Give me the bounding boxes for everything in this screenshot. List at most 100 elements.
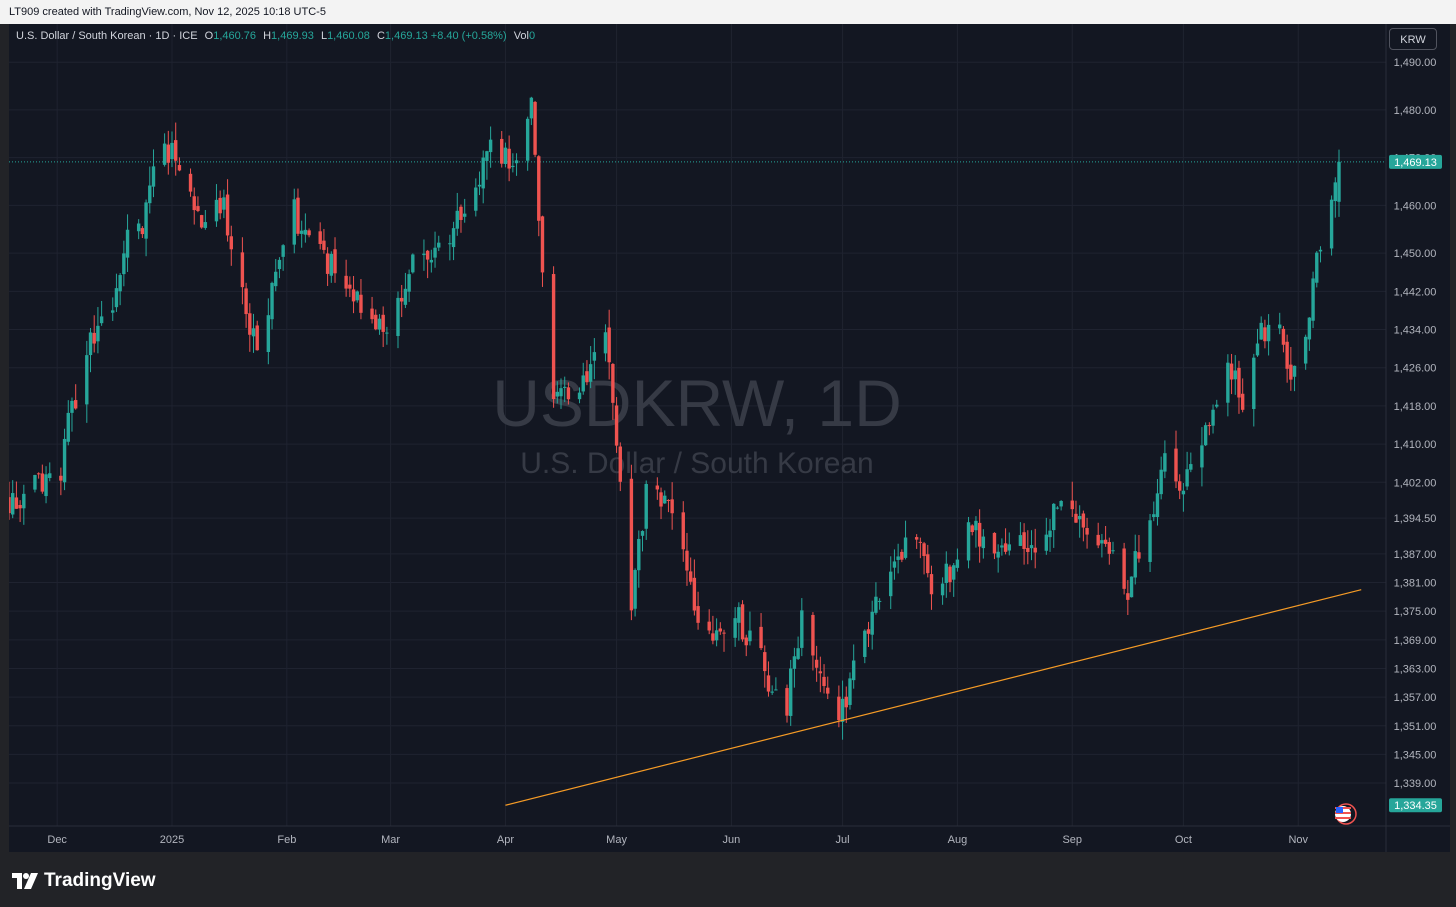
candle-body[interactable]: [792, 656, 797, 669]
candle-body[interactable]: [681, 512, 685, 550]
candle-body[interactable]: [422, 253, 426, 256]
candle-body[interactable]: [1315, 252, 1319, 283]
candle-body[interactable]: [1052, 503, 1056, 531]
candle-body[interactable]: [411, 254, 415, 273]
candle-body[interactable]: [1096, 534, 1100, 546]
candle-body[interactable]: [929, 574, 934, 595]
candle-body[interactable]: [1033, 547, 1037, 553]
us-flag-icon[interactable]: [1335, 803, 1357, 825]
candle-body[interactable]: [718, 628, 723, 632]
candle-body[interactable]: [166, 144, 171, 163]
candle-body[interactable]: [174, 140, 178, 161]
candle-body[interactable]: [40, 473, 45, 492]
candle-body[interactable]: [588, 364, 593, 382]
candle-body[interactable]: [1181, 490, 1186, 495]
candle-body[interactable]: [277, 259, 282, 270]
candle-body[interactable]: [255, 325, 259, 351]
candle-body[interactable]: [644, 483, 648, 529]
candle-body[interactable]: [22, 493, 26, 509]
currency-button[interactable]: KRW: [1389, 28, 1437, 50]
candle-body[interactable]: [1177, 481, 1182, 491]
candle-body[interactable]: [448, 243, 452, 245]
candle-body[interactable]: [9, 497, 11, 514]
candle-body[interactable]: [737, 607, 741, 623]
candle-body[interactable]: [11, 493, 15, 515]
candle-body[interactable]: [992, 532, 997, 554]
candle-body[interactable]: [1022, 532, 1026, 549]
candle-body[interactable]: [529, 97, 534, 119]
candle-body[interactable]: [955, 559, 960, 568]
candle-body[interactable]: [655, 485, 660, 490]
candle-body[interactable]: [1255, 343, 1260, 356]
candle-body[interactable]: [477, 184, 482, 187]
candle-body[interactable]: [981, 536, 986, 549]
candle-body[interactable]: [996, 551, 1000, 558]
candle-body[interactable]: [844, 696, 848, 708]
candle-body[interactable]: [188, 173, 193, 192]
candle-body[interactable]: [1048, 530, 1052, 538]
candle-body[interactable]: [511, 165, 515, 168]
candle-body[interactable]: [914, 537, 919, 540]
candle-body[interactable]: [733, 618, 737, 638]
candle-body[interactable]: [481, 157, 485, 189]
candle-body[interactable]: [162, 143, 167, 165]
candle-body[interactable]: [826, 687, 830, 694]
candle-body[interactable]: [722, 632, 726, 634]
candle-body[interactable]: [533, 101, 537, 155]
candle-body[interactable]: [663, 495, 667, 504]
candle-body[interactable]: [318, 231, 322, 244]
candle-body[interactable]: [196, 206, 200, 211]
candle-body[interactable]: [244, 288, 248, 315]
candle-body[interactable]: [218, 197, 222, 214]
candle-body[interactable]: [251, 328, 256, 337]
candle-body[interactable]: [851, 660, 856, 681]
candle-body[interactable]: [296, 197, 300, 234]
candle-body[interactable]: [1159, 469, 1163, 495]
candle-body[interactable]: [377, 318, 382, 330]
candle-body[interactable]: [1148, 520, 1152, 562]
candle-body[interactable]: [774, 689, 778, 691]
candle-body[interactable]: [240, 252, 245, 288]
candle-body[interactable]: [14, 497, 19, 509]
symbol-legend[interactable]: U.S. Dollar / South Korean · 1D · ICE O1…: [16, 30, 535, 42]
candle-body[interactable]: [381, 314, 385, 332]
candle-body[interactable]: [537, 156, 541, 221]
candle-body[interactable]: [607, 327, 611, 363]
candle-body[interactable]: [770, 691, 774, 693]
candle-body[interactable]: [333, 249, 337, 274]
candle-body[interactable]: [1252, 357, 1256, 409]
candle-body[interactable]: [148, 185, 152, 204]
candle-body[interactable]: [474, 187, 478, 211]
candle-body[interactable]: [659, 492, 663, 507]
candle-body[interactable]: [396, 297, 400, 336]
candle-body[interactable]: [459, 206, 463, 220]
candle-body[interactable]: [1122, 548, 1126, 589]
candle-body[interactable]: [744, 637, 748, 646]
candle-body[interactable]: [322, 240, 326, 250]
candle-body[interactable]: [1000, 545, 1004, 548]
candle-body[interactable]: [707, 621, 711, 631]
candle-body[interactable]: [485, 151, 489, 161]
candle-body[interactable]: [248, 313, 252, 335]
candle-body[interactable]: [1329, 199, 1334, 249]
candle-body[interactable]: [666, 499, 671, 501]
candle-body[interactable]: [344, 275, 348, 289]
candle-body[interactable]: [525, 118, 530, 161]
candle-body[interactable]: [140, 228, 145, 235]
candle-body[interactable]: [1126, 593, 1130, 600]
candle-body[interactable]: [759, 626, 763, 649]
candle-body[interactable]: [500, 138, 504, 164]
candle-body[interactable]: [877, 600, 882, 602]
candle-body[interactable]: [1029, 545, 1034, 549]
candle-body[interactable]: [670, 499, 674, 514]
candle-body[interactable]: [900, 551, 904, 560]
candle-body[interactable]: [199, 215, 204, 228]
candle-body[interactable]: [59, 475, 63, 481]
candle-body[interactable]: [1137, 552, 1141, 559]
candle-body[interactable]: [748, 630, 752, 642]
candle-body[interactable]: [1333, 182, 1337, 202]
candle-body[interactable]: [940, 583, 945, 596]
candle-body[interactable]: [325, 253, 330, 274]
candle-body[interactable]: [96, 325, 100, 342]
candle-body[interactable]: [611, 364, 615, 403]
